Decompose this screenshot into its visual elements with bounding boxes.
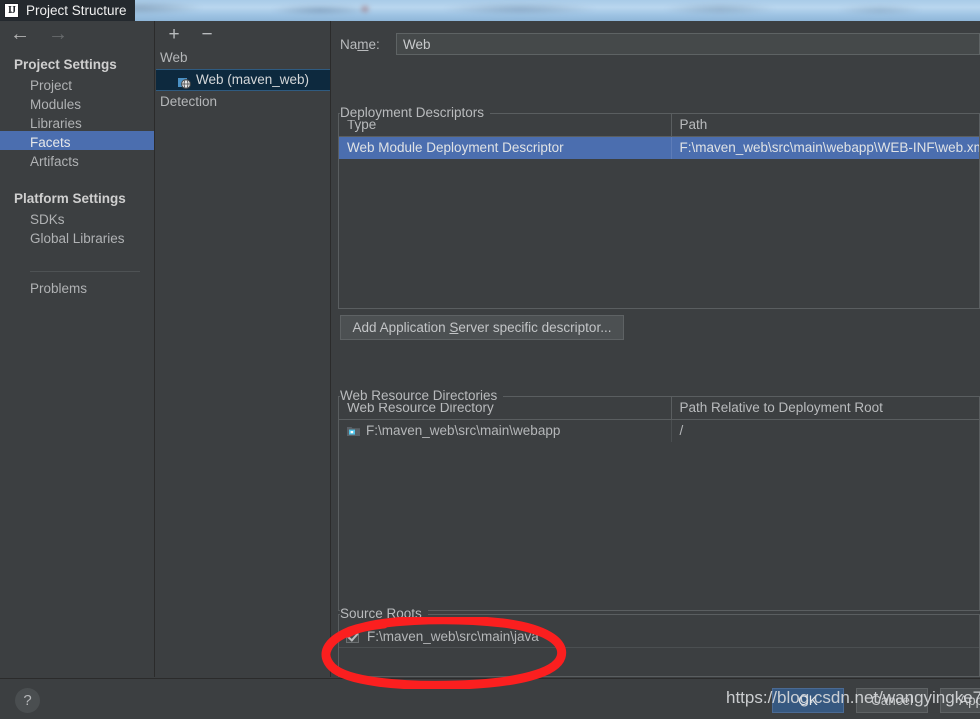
arrow-right-icon[interactable]: → (48, 24, 68, 44)
folder-icon (347, 425, 360, 437)
facet-group-web[interactable]: Web (156, 47, 330, 69)
ok-button[interactable]: OK (772, 688, 844, 713)
sidebar-item-problems[interactable]: Problems (0, 277, 154, 296)
table-row[interactable]: F:\maven_web\src\main\webapp / (339, 419, 979, 442)
title-bar-content: IJ Project Structure (0, 0, 135, 21)
add-facet-button[interactable]: + (166, 25, 182, 44)
window-title-bar: IJ Project Structure (0, 0, 980, 21)
sidebar-item-project[interactable]: Project (0, 74, 154, 93)
cell-web-resource-directory: F:\maven_web\src\main\webapp (339, 419, 672, 442)
table-row[interactable]: Web Module Deployment Descriptor F:\mave… (339, 136, 979, 159)
sidebar-group-header-platform-settings: Platform Settings (14, 191, 126, 206)
settings-sidebar: ← → Project Settings Project Modules Lib… (0, 21, 155, 677)
remove-facet-button[interactable]: − (199, 25, 215, 44)
sidebar-group-problems: Problems (0, 277, 154, 296)
sidebar-group-header-project-settings: Project Settings (14, 57, 117, 72)
sidebar-group-project-settings: Project Settings Project Modules Librari… (0, 55, 154, 169)
add-application-server-descriptor-button[interactable]: Add Application Server specific descript… (340, 315, 624, 340)
source-roots-title: Source Roots (340, 606, 428, 621)
cell-descriptor-path: F:\maven_web\src\main\webapp\WEB-INF\web… (671, 136, 979, 159)
column-header-path-relative[interactable]: Path Relative to Deployment Root (671, 397, 979, 420)
sidebar-group-platform-settings: Platform Settings SDKs Global Libraries (0, 189, 154, 246)
source-root-row[interactable]: F:\maven_web\src\main\java (339, 626, 979, 648)
source-root-path: F:\maven_web\src\main\java (367, 629, 539, 644)
nav-history-controls: ← → (10, 24, 68, 44)
sidebar-item-modules[interactable]: Modules (0, 93, 154, 112)
source-root-checkbox[interactable] (346, 630, 359, 643)
sidebar-item-sdks[interactable]: SDKs (0, 208, 154, 227)
cell-directory-text: F:\maven_web\src\main\webapp (366, 423, 561, 439)
sidebar-item-artifacts[interactable]: Artifacts (0, 150, 154, 169)
web-resource-directories-table[interactable]: Web Resource Directory Path Relative to … (339, 397, 979, 442)
cell-descriptor-type: Web Module Deployment Descriptor (339, 136, 672, 159)
cell-relative-path: / (679, 423, 684, 439)
facet-item-label: Web (maven_web) (196, 72, 310, 87)
cancel-button[interactable]: Cancel (856, 688, 928, 713)
help-button[interactable]: ? (15, 688, 40, 713)
facets-panel: + − Web Web (maven_web) Detection (156, 21, 331, 677)
facet-detail-panel: Name: Deployment Descriptors Type Path W… (332, 21, 980, 677)
facet-item-web-maven-web[interactable]: Web (maven_web) (156, 69, 330, 91)
arrow-left-icon[interactable]: ← (10, 24, 30, 44)
project-structure-dialog: ← → Project Settings Project Modules Lib… (0, 21, 980, 719)
name-label: Name: (340, 36, 380, 52)
sidebar-item-global-libraries[interactable]: Global Libraries (0, 227, 154, 246)
name-row: Name: (340, 33, 980, 55)
dialog-footer: ? OK Cancel Apply (0, 678, 980, 719)
sidebar-divider (30, 271, 140, 272)
web-resource-directories-title: Web Resource Directories (340, 388, 504, 403)
window-title: Project Structure (26, 3, 127, 18)
facets-toolbar: + − (156, 21, 330, 47)
sidebar-item-libraries[interactable]: Libraries (0, 112, 154, 131)
sidebar-item-facets[interactable]: Facets (0, 131, 154, 150)
column-header-path[interactable]: Path (671, 114, 979, 137)
source-roots-list[interactable]: F:\maven_web\src\main\java (338, 614, 980, 677)
name-input[interactable] (396, 33, 980, 55)
deployment-descriptors-title: Deployment Descriptors (340, 105, 491, 120)
web-facet-icon (178, 74, 191, 89)
deployment-descriptors-table[interactable]: Type Path Web Module Deployment Descript… (339, 114, 979, 159)
intellij-idea-icon: IJ (4, 3, 19, 18)
facet-group-detection[interactable]: Detection (156, 91, 330, 113)
apply-button[interactable]: Apply (940, 688, 980, 713)
